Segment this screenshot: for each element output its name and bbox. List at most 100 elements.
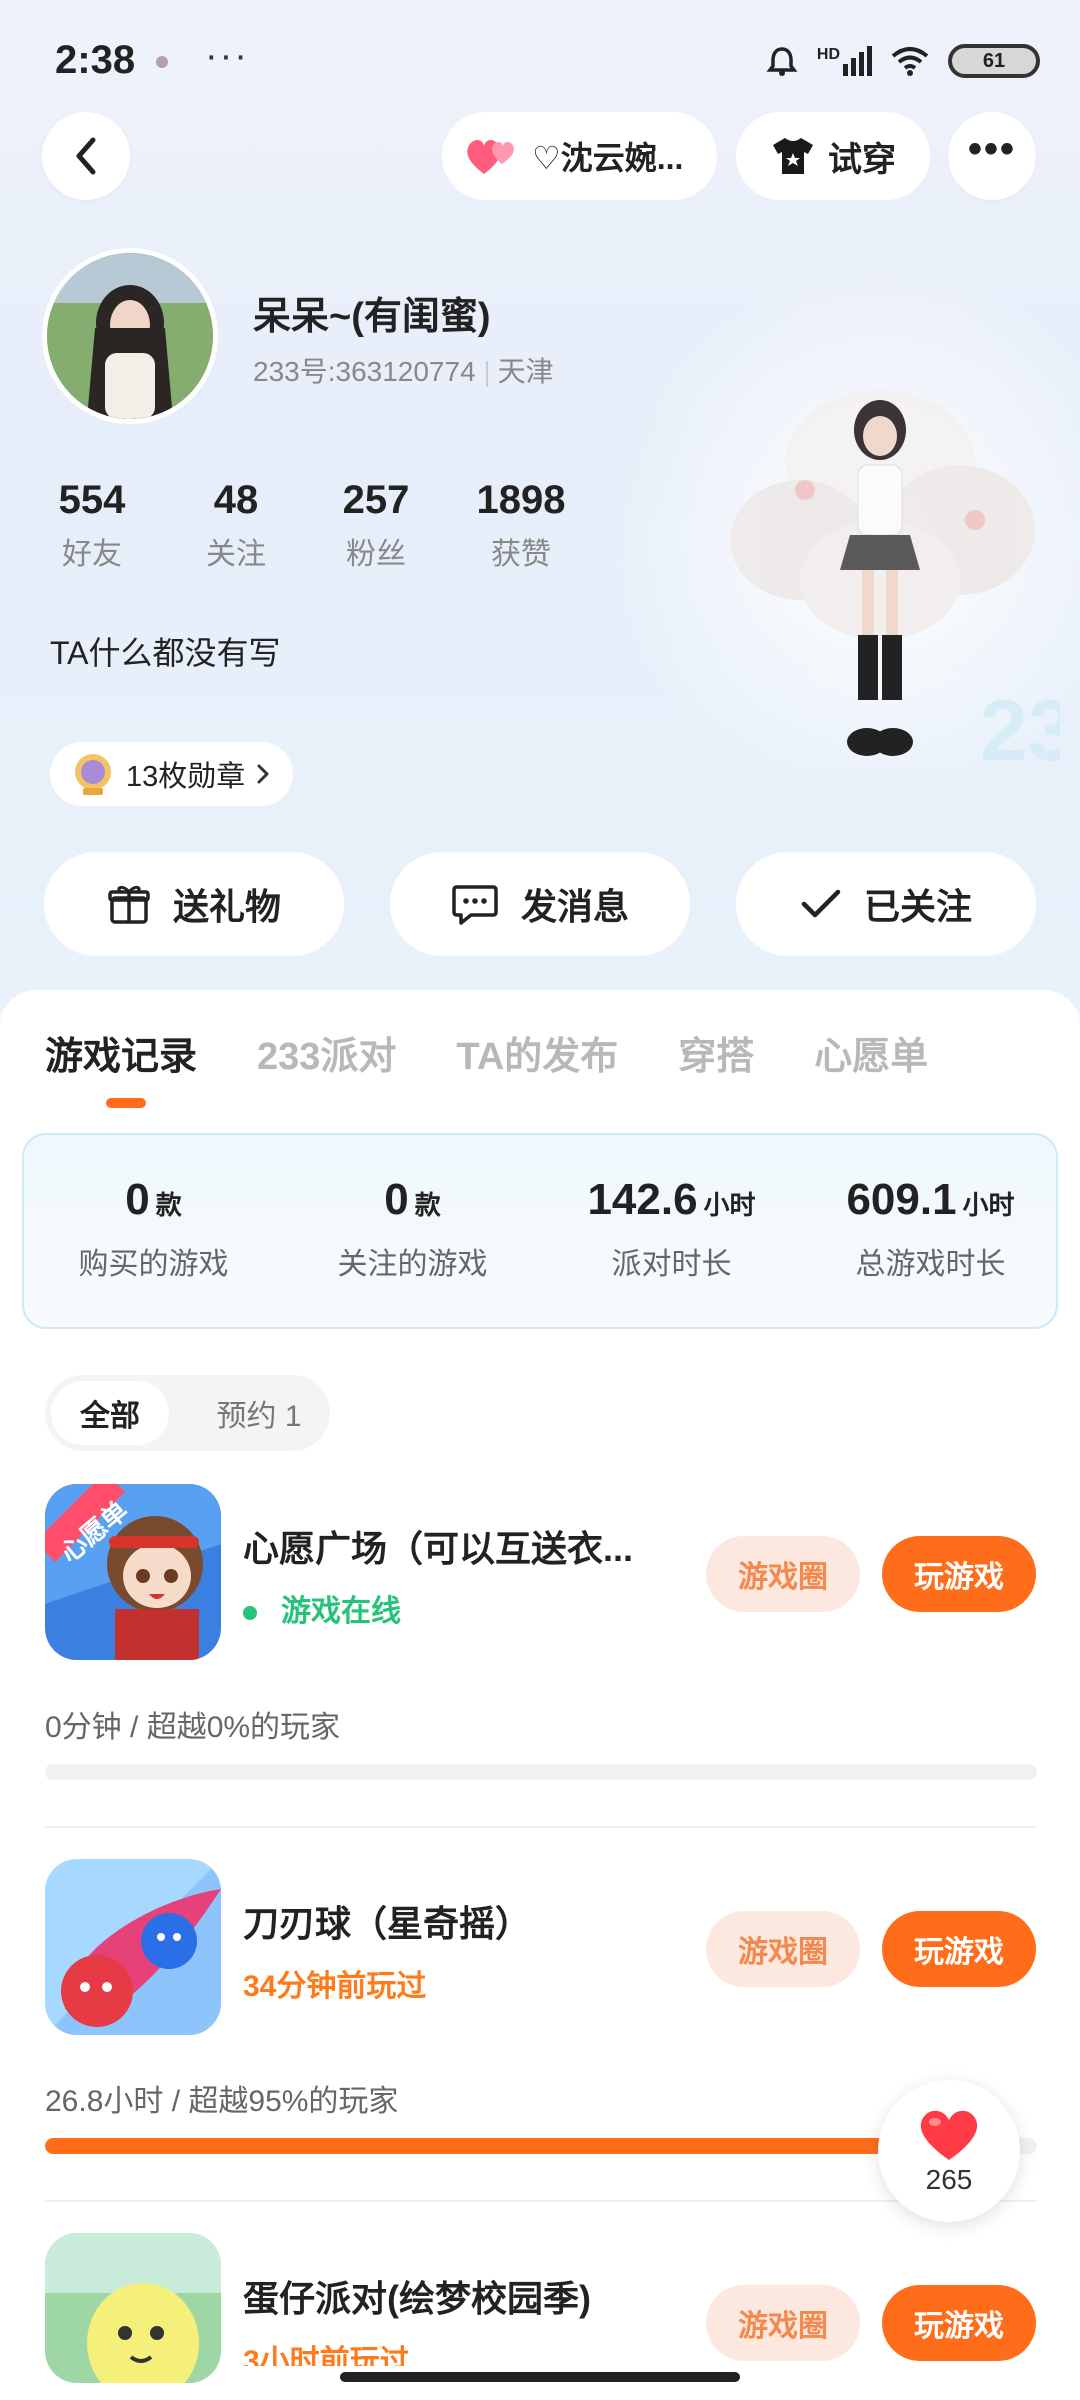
stat-friends[interactable]: 554 好友 [50, 478, 134, 573]
game-icon-eggy-party[interactable] [45, 2233, 221, 2383]
summary-label: 购买的游戏 [78, 1248, 229, 1281]
tab-indicator [106, 1098, 146, 1108]
stat-label: 好友 [62, 538, 122, 571]
badges-button[interactable]: 13枚勋章 [50, 742, 294, 806]
status-time: 2:38 [55, 38, 136, 82]
summary-label: 关注的游戏 [337, 1248, 488, 1281]
play-summary-card: 0款 购买的游戏 0款 关注的游戏 142.6 小时 派对时长 609.1 小时 总… [22, 1133, 1058, 1329]
hearts-icon [467, 139, 514, 174]
summary-unit: 款 [414, 1190, 441, 1220]
game-progress-fill [45, 2138, 988, 2154]
profile-uid: 233号:363120774 [253, 356, 476, 387]
heart-icon [920, 2110, 978, 2160]
send-gift-button[interactable]: 送礼物 [44, 852, 344, 956]
home-indicator[interactable] [340, 2372, 740, 2382]
play-game-button[interactable]: 玩游戏 [882, 1536, 1036, 1612]
try-on-button[interactable]: 试穿 [736, 112, 930, 200]
profile-name: 呆呆~(有闺蜜) [253, 296, 491, 338]
medal-icon [75, 754, 111, 795]
game-icon-blade-ball[interactable] [45, 1859, 221, 2035]
status-more-icon: ··· [205, 35, 249, 77]
summary-value: 0 [384, 1175, 409, 1224]
tab-233-party[interactable]: 233派对 [257, 1025, 396, 1080]
status-bar: 2:38 ··· HD 61 [0, 0, 1080, 120]
chevron-left-icon [76, 137, 96, 175]
like-count: 265 [925, 2164, 973, 2195]
chevron-right-icon [257, 764, 269, 784]
summary-party-time: 142.6 小时 派对时长 [542, 1175, 801, 1283]
tab-game-records[interactable]: 游戏记录 [45, 1025, 197, 1080]
game-playtime-stat: 26.8小时 / 超越95%的玩家 [45, 2085, 399, 2118]
game-circle-button[interactable]: 游戏圈 [706, 2285, 860, 2361]
stat-following[interactable]: 48 关注 [194, 478, 278, 573]
send-message-button[interactable]: 发消息 [390, 852, 690, 956]
profile-location: 天津 [497, 356, 554, 387]
stat-value: 554 [58, 478, 126, 522]
profile-header-area: 233 2:38 ··· HD 61 ♡沈云婉... 试穿 ••• [0, 0, 1080, 1010]
stat-label: 粉丝 [346, 538, 406, 571]
more-dots-icon: ••• [967, 126, 1016, 171]
stat-label: 关注 [206, 538, 266, 571]
avatar-3d-character[interactable]: 233 [730, 370, 1060, 810]
summary-value: 142.6 [587, 1175, 698, 1224]
game-circle-button[interactable]: 游戏圈 [706, 1911, 860, 1987]
tab-ta-posts[interactable]: TA的发布 [456, 1025, 618, 1080]
divider [45, 1826, 1037, 1828]
partner-label: ♡沈云婉... [532, 140, 684, 176]
stat-fans[interactable]: 257 粉丝 [334, 478, 418, 573]
summary-purchased: 0款 购买的游戏 [24, 1175, 283, 1283]
wifi-icon [891, 47, 929, 76]
signal-label: HD [816, 46, 840, 63]
profile-bio: TA什么都没有写 [50, 635, 281, 671]
partner-button[interactable]: ♡沈云婉... [442, 112, 717, 200]
back-button[interactable] [42, 112, 130, 200]
summary-unit: 小时 [962, 1190, 1015, 1220]
followed-button[interactable]: 已关注 [736, 852, 1036, 956]
game-circle-button[interactable]: 游戏圈 [706, 1536, 860, 1612]
avatar[interactable] [42, 248, 218, 424]
game-title[interactable]: 蛋仔派对(绘梦校园季) [243, 2270, 591, 2322]
more-options-button[interactable]: ••• [948, 112, 1036, 200]
game-title[interactable]: 刀刃球（星奇摇） [243, 1895, 531, 1947]
summary-value: 0 [125, 1175, 150, 1224]
uid-separator [485, 360, 488, 387]
tab-outfits[interactable]: 穿搭 [678, 1025, 754, 1080]
summary-label: 派对时长 [611, 1248, 732, 1281]
stat-value: 48 [213, 478, 259, 522]
summary-unit: 小时 [703, 1190, 756, 1220]
tab-wishlist[interactable]: 心愿单 [814, 1025, 928, 1080]
send-message-label: 发消息 [520, 886, 629, 927]
badges-label: 13枚勋章 [126, 761, 246, 793]
svg-text:233: 233 [980, 683, 1060, 779]
game-filter: 全部 预约 1 [45, 1375, 330, 1451]
summary-unit: 款 [155, 1190, 182, 1220]
stat-value: 257 [342, 478, 410, 522]
avatar-photo [47, 253, 213, 419]
filter-reserved[interactable]: 预约 1 [195, 1381, 323, 1445]
stat-likes[interactable]: 1898 获赞 [466, 478, 576, 573]
check-icon [801, 889, 841, 918]
summary-followed-games: 0款 关注的游戏 [283, 1175, 542, 1283]
play-game-button[interactable]: 玩游戏 [882, 1911, 1036, 1987]
followed-label: 已关注 [863, 886, 972, 927]
stat-value: 1898 [476, 478, 566, 522]
try-on-label: 试穿 [828, 140, 896, 179]
tshirt-icon [773, 138, 813, 174]
alarm-icon [766, 47, 798, 76]
gift-icon [108, 885, 150, 924]
profile-uid-row: 233号:363120774 天津 [253, 350, 554, 390]
stat-label: 获赞 [491, 538, 551, 571]
divider [45, 2200, 1037, 2202]
battery-icon: 61 [948, 44, 1040, 78]
game-last-played: 3小时前玩过 [243, 2345, 410, 2366]
play-game-button[interactable]: 玩游戏 [882, 2285, 1036, 2361]
game-status-label: 游戏在线 [281, 1595, 401, 1628]
filter-all[interactable]: 全部 [51, 1381, 169, 1445]
game-playtime-stat: 0分钟 / 超越0%的玩家 [45, 1711, 341, 1744]
send-gift-label: 送礼物 [172, 886, 281, 927]
summary-label: 总游戏时长 [855, 1248, 1006, 1281]
online-dot-icon [243, 1606, 257, 1621]
like-button[interactable]: 265 [878, 2080, 1020, 2222]
notification-dot-icon [156, 56, 168, 68]
game-title[interactable]: 心愿广场（可以互送衣... [243, 1520, 633, 1572]
